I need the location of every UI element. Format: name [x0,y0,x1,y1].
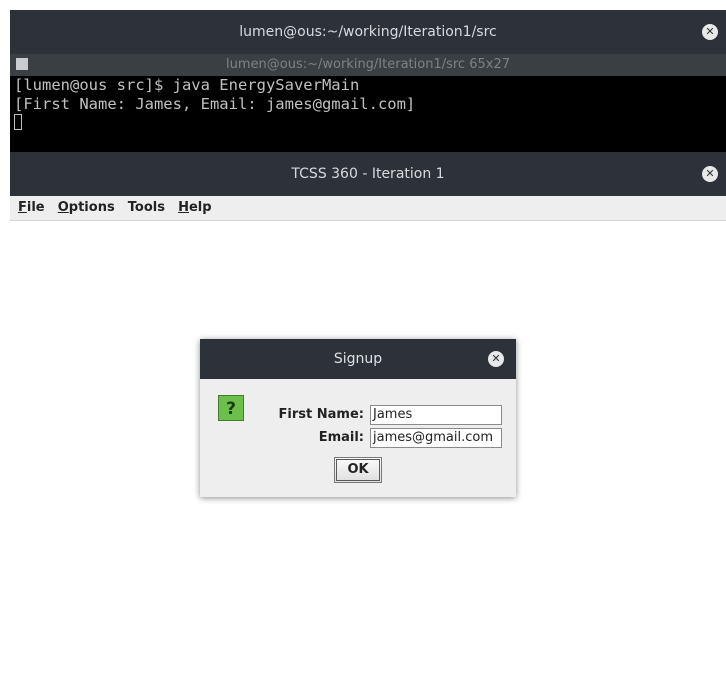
app-titlebar[interactable]: TCSS 360 - Iteration 1 ✕ [10,152,726,196]
terminal-cursor [14,114,22,130]
terminal-subtitle: lumen@ous:~/working/Iteration1/src 65x27 [226,57,510,72]
terminal-subtitle-bar: lumen@ous:~/working/Iteration1/src 65x27 [10,54,726,76]
menu-options[interactable]: Options [58,196,115,220]
first-name-field[interactable]: James [370,405,502,425]
email-label: Email: [318,430,364,445]
menubar: File Options Tools Help [10,196,726,221]
email-field[interactable]: james@gmail.com [370,428,502,448]
menu-help[interactable]: Help [178,196,211,220]
menu-file[interactable]: File [18,196,45,220]
dialog-close-icon[interactable]: ✕ [488,351,504,367]
terminal-line: [lumen@ous src]$ java EnergySaverMain [14,76,360,94]
dialog-titlebar[interactable]: Signup ✕ [200,339,516,379]
dialog-title: Signup [333,351,383,367]
terminal-titlebar[interactable]: lumen@ous:~/working/Iteration1/src ✕ [10,10,726,54]
app-window-title: TCSS 360 - Iteration 1 [291,166,445,182]
question-icon: ? [218,395,244,421]
terminal-close-icon[interactable]: ✕ [702,24,718,40]
terminal-window-title: lumen@ous:~/working/Iteration1/src [239,24,497,40]
ok-button[interactable]: OK [334,457,382,483]
terminal-line: [First Name: James, Email: james@gmail.c… [14,95,416,113]
signup-dialog: Signup ✕ ? First Name: James Email: jame… [200,339,516,497]
terminal-cursor-line [14,114,726,133]
menu-tools[interactable]: Tools [128,196,165,220]
terminal-menu-icon[interactable] [16,58,28,70]
first-name-label: First Name: [278,407,364,422]
terminal-output[interactable]: [lumen@ous src]$ java EnergySaverMain [F… [10,76,726,152]
app-close-icon[interactable]: ✕ [702,166,718,182]
